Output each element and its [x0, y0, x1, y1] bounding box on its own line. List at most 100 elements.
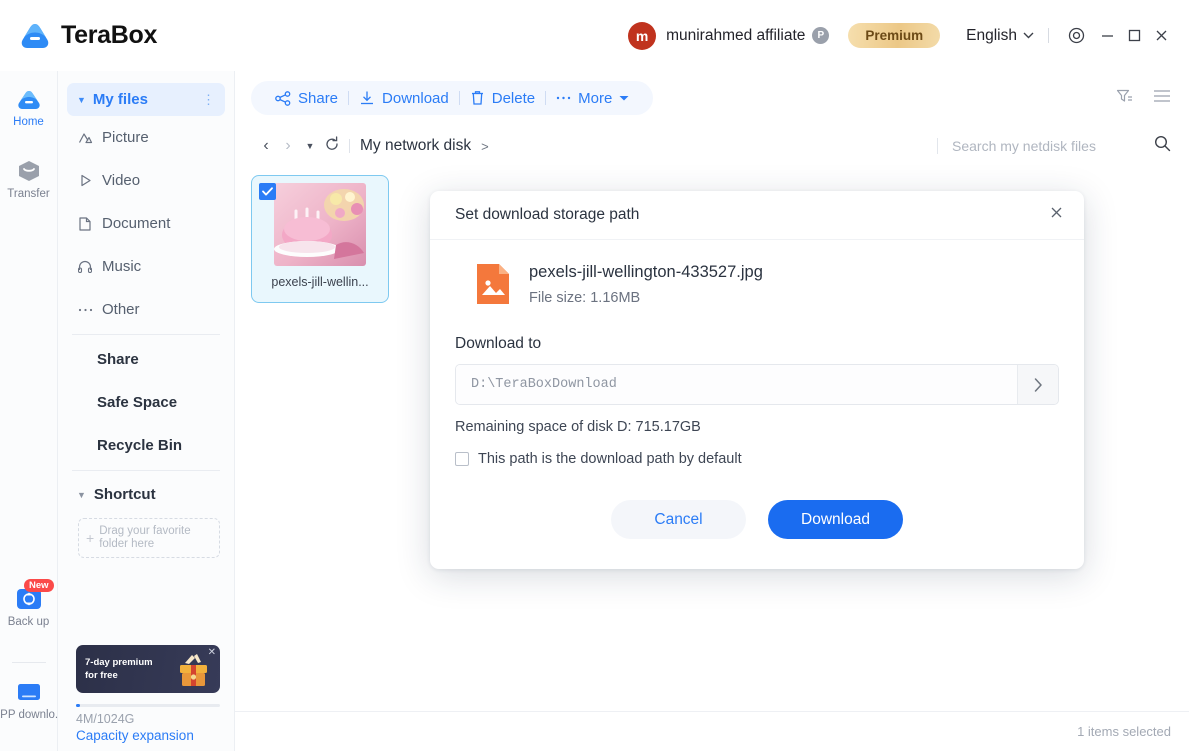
username-label: munirahmed affiliate — [666, 26, 806, 44]
title-bar: TeraBox m munirahmed affiliate P Premium… — [0, 0, 1189, 71]
default-path-checkbox[interactable] — [455, 452, 469, 466]
file-tree-sidebar: ▼ My files ⋮ Picture Video Document Musi… — [58, 71, 235, 751]
dialog-file-name: pexels-jill-wellington-433527.jpg — [529, 262, 763, 281]
back-button[interactable]: ‹ — [255, 137, 277, 155]
promo-text: 7-day premium for free — [76, 656, 164, 682]
share-label: Share — [298, 89, 339, 107]
language-selector[interactable]: English — [966, 27, 1034, 45]
dialog-header: Set download storage path — [430, 191, 1084, 240]
delete-button[interactable]: Delete — [460, 90, 545, 107]
terabox-cloud-icon — [18, 21, 52, 51]
promo-line2: for free — [85, 670, 118, 681]
confirm-download-button[interactable]: Download — [768, 500, 903, 539]
rail-item-backup[interactable]: New Back up — [0, 579, 58, 628]
chevron-down-icon — [1023, 32, 1034, 39]
refresh-icon[interactable] — [321, 135, 343, 157]
sidebar-item-other[interactable]: Other — [58, 288, 234, 331]
filter-icon[interactable] — [1116, 88, 1133, 109]
path-field-row — [455, 364, 1059, 405]
file-thumbnail — [274, 183, 366, 266]
sidebar-divider-2 — [72, 470, 220, 471]
sidebar-item-picture[interactable]: Picture — [58, 116, 234, 159]
premium-badge[interactable]: Premium — [848, 23, 941, 48]
browse-path-button[interactable] — [1017, 365, 1058, 404]
more-button[interactable]: More — [546, 90, 639, 107]
language-label: English — [966, 26, 1017, 44]
box-icon — [18, 161, 39, 181]
rail-divider — [11, 662, 46, 663]
other-icon — [77, 307, 93, 313]
sidebar-item-my-files[interactable]: ▼ My files ⋮ — [67, 83, 225, 116]
download-label: Download — [382, 89, 449, 107]
download-path-dialog: Set download storage path pexels-jill-we… — [430, 191, 1084, 569]
toolbar-group: Share Download Delete More — [251, 81, 654, 115]
storage-usage: 4M/1024G — [76, 712, 135, 726]
image-file-icon — [475, 262, 511, 306]
download-path-input[interactable] — [456, 365, 1017, 404]
file-card[interactable]: pexels-jill-wellin... — [251, 175, 389, 303]
sidebar-item-music[interactable]: Music — [58, 245, 234, 288]
plus-icon: + — [86, 529, 95, 546]
share-button[interactable]: Share — [265, 90, 348, 107]
forward-button[interactable]: › — [277, 137, 299, 155]
rail-item-app-download[interactable]: APP downlo... — [0, 681, 65, 721]
maximize-icon[interactable] — [1121, 22, 1148, 49]
more-label: More — [578, 89, 613, 107]
sidebar-footer: 7-day premium for free ✕ 4M/1024G Capaci… — [58, 645, 234, 751]
sidebar-item-video[interactable]: Video — [58, 159, 234, 202]
divider — [937, 138, 938, 154]
close-icon[interactable]: ✕ — [208, 647, 216, 658]
sidebar-item-share[interactable]: Share — [58, 338, 234, 381]
breadcrumb-path[interactable]: My network disk — [360, 137, 471, 155]
monitor-icon — [17, 684, 40, 700]
rail-item-home[interactable]: Home — [0, 88, 58, 128]
list-view-icon[interactable] — [1153, 89, 1171, 108]
gear-icon[interactable] — [1063, 22, 1090, 49]
sidebar-item-document[interactable]: Document — [58, 202, 234, 245]
dialog-title: Set download storage path — [455, 206, 640, 223]
download-icon — [361, 91, 374, 105]
new-badge: New — [23, 579, 54, 592]
download-button[interactable]: Download — [349, 90, 459, 107]
minimize-icon[interactable] — [1094, 22, 1121, 49]
file-info-text: pexels-jill-wellington-433527.jpg File s… — [529, 263, 763, 306]
divider — [1048, 28, 1049, 43]
trash-icon — [471, 91, 483, 105]
promo-line1: 7-day premium — [85, 657, 153, 668]
capacity-expansion-link[interactable]: Capacity expansion — [58, 726, 234, 743]
breadcrumb-arrow: > — [481, 138, 489, 154]
close-icon[interactable] — [1148, 22, 1175, 49]
chevron-down-icon: ▼ — [77, 94, 86, 105]
my-files-label: My files — [92, 91, 148, 108]
brand-logo-group: TeraBox — [18, 21, 157, 51]
close-icon[interactable] — [1049, 205, 1064, 225]
dialog-file-size: File size: 1.16MB — [529, 289, 641, 306]
cloud-icon — [17, 91, 40, 109]
rail-label-app-download: APP downlo... — [0, 709, 65, 721]
delete-label: Delete — [491, 89, 536, 107]
terabox-window: TeraBox m munirahmed affiliate P Premium… — [0, 0, 1189, 751]
rail-item-transfer[interactable]: Transfer — [0, 158, 58, 200]
cancel-button[interactable]: Cancel — [611, 500, 746, 539]
promo-banner[interactable]: 7-day premium for free ✕ — [76, 645, 220, 693]
history-dropdown-icon[interactable]: ▼ — [299, 141, 321, 151]
sidebar-divider — [72, 334, 220, 335]
titlebar-actions: m munirahmed affiliate P Premium English — [628, 21, 1175, 50]
sidebar-label-document: Document — [102, 215, 171, 232]
search-input[interactable] — [952, 138, 1142, 154]
sidebar-item-shortcut[interactable]: ▼ Shortcut — [58, 474, 234, 515]
more-vertical-icon[interactable]: ⋮ — [202, 93, 215, 106]
default-path-checkbox-row[interactable]: This path is the download path by defaul… — [455, 451, 1059, 467]
sidebar-label-video: Video — [102, 172, 141, 189]
avatar[interactable]: m — [628, 21, 657, 50]
sidebar-item-safe-space[interactable]: Safe Space — [58, 381, 234, 424]
shortcut-dropzone[interactable]: + Drag your favorite folder here — [78, 518, 220, 558]
search-icon[interactable] — [1154, 135, 1171, 157]
file-checkbox[interactable] — [259, 183, 276, 200]
breadcrumb-bar: ‹ › ▼ My network disk > — [235, 125, 1189, 167]
dialog-body: pexels-jill-wellington-433527.jpg File s… — [430, 240, 1084, 569]
sidebar-item-recycle-bin[interactable]: Recycle Bin — [58, 424, 234, 467]
rail-label-backup: Back up — [7, 616, 50, 628]
search-area — [937, 135, 1171, 157]
chevron-down-icon — [619, 95, 629, 100]
